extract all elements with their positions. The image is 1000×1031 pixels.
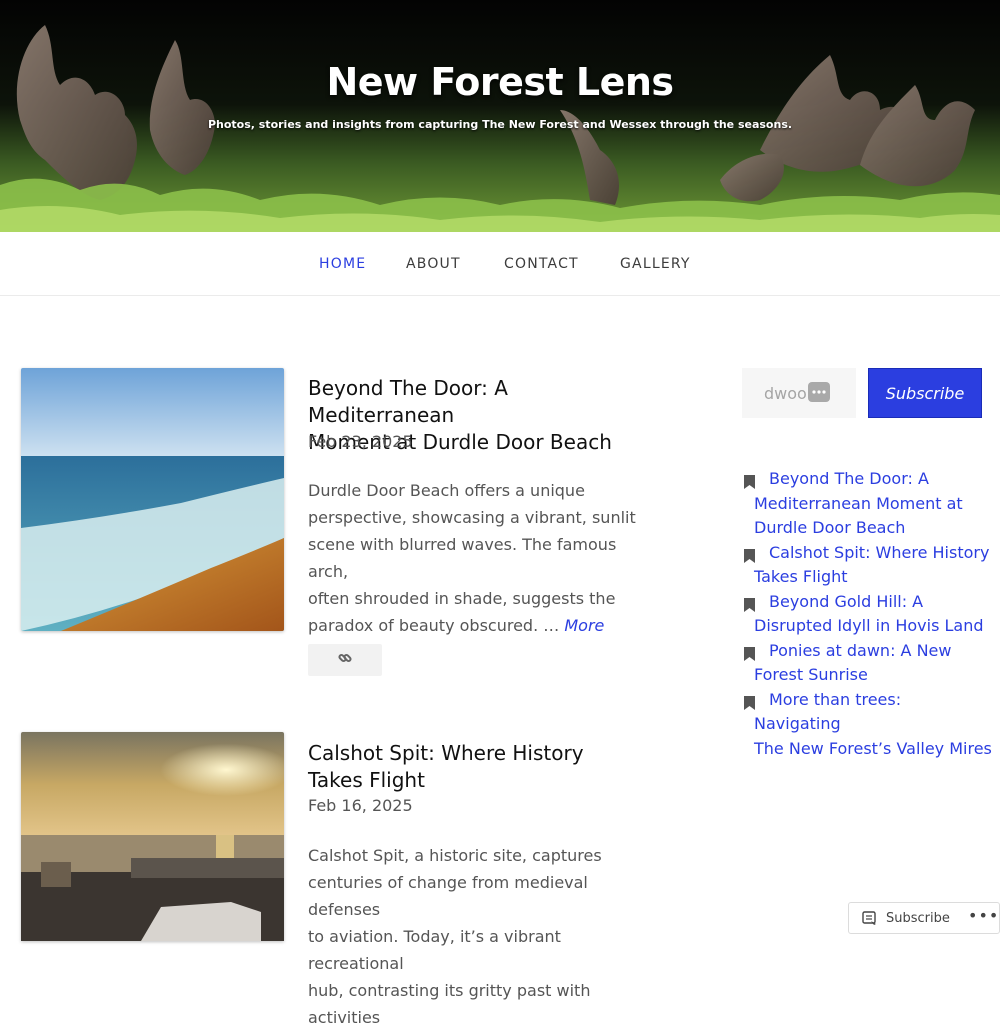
excerpt-line: hub, contrasting its gritty past with ac… — [308, 981, 591, 1027]
recent-post-link[interactable]: Beyond The Door: A Mediterranean Moment a… — [754, 469, 963, 537]
header-banner: New Forest Lens Photos, stories and insi… — [0, 0, 1000, 232]
ellipsis-icon[interactable]: ••• — [968, 906, 999, 925]
nav-contact[interactable]: CONTACT — [504, 256, 579, 272]
more-link[interactable]: More — [564, 616, 604, 635]
post-excerpt: Durdle Door Beach offers a unique perspe… — [308, 477, 653, 639]
bookmark-icon — [744, 644, 755, 669]
excerpt-line: centuries of change from medieval defens… — [308, 873, 588, 919]
follow-bar: Subscribe ••• — [848, 902, 1000, 934]
follow-subscribe-button[interactable]: Subscribe — [886, 911, 950, 926]
recent-post-link[interactable]: More than trees: Navigating The New Fores… — [754, 690, 992, 758]
antler-photo — [0, 0, 1000, 232]
excerpt-line: perspective, showcasing a vibrant, sunli… — [308, 508, 636, 527]
bookmark-icon — [744, 693, 755, 718]
recent-post-item[interactable]: More than trees: Navigating The New Fores… — [742, 688, 992, 762]
excerpt-line: to aviation. Today, it’s a vibrant recre… — [308, 927, 561, 973]
excerpt-line: scene with blurred waves. The famous arc… — [308, 535, 617, 581]
post-date[interactable]: Feb 16, 2025 — [308, 796, 413, 815]
subscribe-button[interactable]: Subscribe — [868, 368, 982, 418]
post-excerpt: Calshot Spit, a historic site, captures … — [308, 842, 653, 1031]
recent-post-item[interactable]: Ponies at dawn: A New Forest Sunrise — [742, 639, 992, 688]
post-title[interactable]: Calshot Spit: Where History Takes Flight — [308, 740, 658, 794]
main-navigation: HOME ABOUT CONTACT GALLERY — [0, 232, 1000, 296]
reader-icon[interactable] — [862, 911, 877, 930]
post-thumbnail-calshot-spit[interactable] — [21, 732, 284, 941]
recent-posts-list: Beyond The Door: A Mediterranean Moment a… — [742, 467, 992, 761]
site-title[interactable]: New Forest Lens — [0, 60, 1000, 104]
excerpt-line: Durdle Door Beach offers a unique — [308, 481, 585, 500]
excerpt-line: paradox of beauty obscured. … — [308, 616, 565, 635]
post-title-line[interactable]: Takes Flight — [308, 767, 658, 794]
post-title-line[interactable]: Calshot Spit: Where History — [308, 740, 658, 767]
nav-about[interactable]: ABOUT — [406, 256, 461, 272]
post-thumbnail-durdle-door[interactable] — [21, 368, 284, 631]
bookmark-icon — [744, 595, 755, 620]
autofill-dots-icon[interactable] — [808, 382, 830, 402]
permalink-button[interactable] — [308, 644, 382, 676]
post-title-line[interactable]: Beyond The Door: A Mediterranean — [308, 375, 658, 429]
email-field[interactable]: dwoo — [742, 368, 856, 418]
excerpt-line: Calshot Spit, a historic site, captures — [308, 846, 602, 865]
excerpt-line: often shrouded in shade, suggests the — [308, 589, 616, 608]
recent-post-item[interactable]: Beyond The Door: A Mediterranean Moment a… — [742, 467, 992, 541]
bookmark-icon — [744, 546, 755, 571]
nav-gallery[interactable]: GALLERY — [620, 256, 691, 272]
recent-post-item[interactable]: Beyond Gold Hill: A Disrupted Idyll in Ho… — [742, 590, 992, 639]
bookmark-icon — [744, 472, 755, 497]
link-icon — [337, 650, 353, 670]
recent-post-item[interactable]: Calshot Spit: Where History Takes Flight — [742, 541, 992, 590]
site-tagline: Photos, stories and insights from captur… — [207, 118, 793, 131]
email-field-text: dwoo — [764, 383, 807, 403]
recent-post-link[interactable]: Beyond Gold Hill: A Disrupted Idyll in Ho… — [754, 592, 984, 636]
post-date[interactable]: Feb 23, 2025 — [308, 432, 413, 451]
recent-post-link[interactable]: Ponies at dawn: A New Forest Sunrise — [754, 641, 951, 685]
nav-home[interactable]: HOME — [319, 256, 366, 272]
recent-post-link[interactable]: Calshot Spit: Where History Takes Flight — [754, 543, 989, 587]
